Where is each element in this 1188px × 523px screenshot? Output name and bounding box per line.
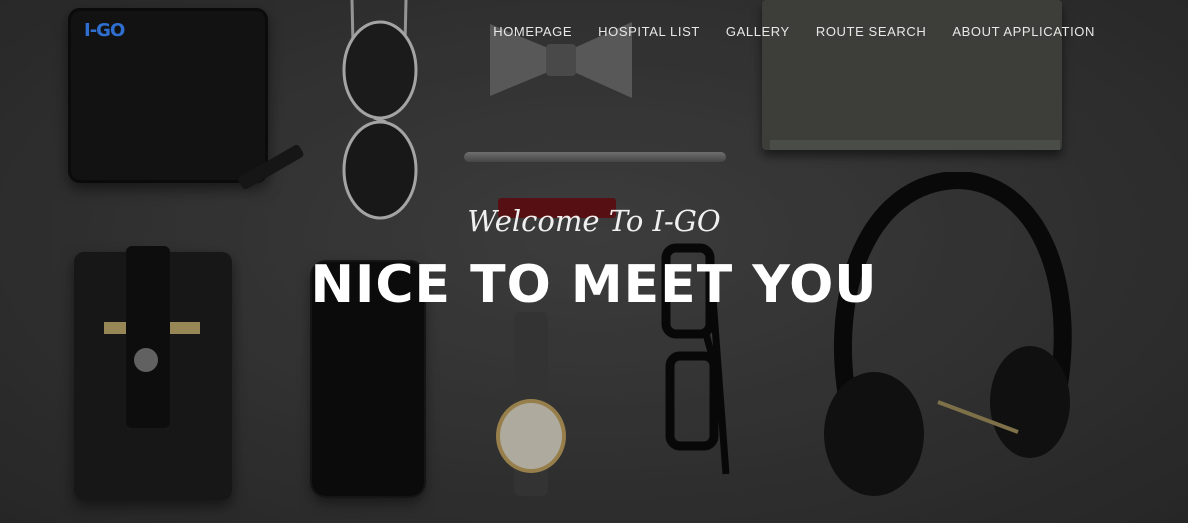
- main-navigation: HOMEPAGE HOSPITAL LIST GALLERY ROUTE SEA…: [493, 24, 1095, 39]
- logo-text: I-GO: [84, 20, 125, 41]
- nav-about-application[interactable]: ABOUT APPLICATION: [952, 24, 1095, 39]
- site-logo[interactable]: I-GO: [84, 20, 125, 41]
- nav-homepage[interactable]: HOMEPAGE: [493, 24, 572, 39]
- nav-route-search[interactable]: ROUTE SEARCH: [816, 24, 927, 39]
- hero-headline: NICE TO MEET YOU: [310, 255, 878, 315]
- nav-hospital-list[interactable]: HOSPITAL LIST: [598, 24, 700, 39]
- welcome-subtitle: Welcome To I-GO: [467, 204, 721, 238]
- nav-gallery[interactable]: GALLERY: [726, 24, 790, 39]
